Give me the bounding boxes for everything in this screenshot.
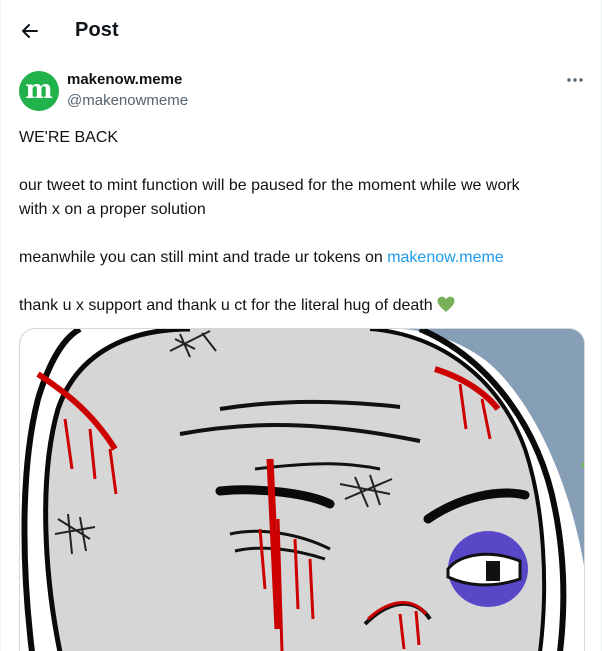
avatar[interactable]: m	[19, 71, 59, 111]
meme-face-image	[20, 329, 584, 651]
green-heart-icon	[437, 296, 455, 321]
arrow-left-icon	[22, 24, 38, 38]
post-header: Post	[1, 0, 601, 62]
post-text: WE'RE BACK our tweet to mint function wi…	[19, 126, 589, 321]
author-display-name[interactable]: makenow.meme	[67, 71, 182, 88]
post-line: thank u x support and thank u ct for the…	[19, 294, 589, 321]
page-title: Post	[75, 19, 119, 41]
avatar-letter: m	[25, 74, 53, 105]
post-line: with x on a proper solution	[19, 201, 206, 218]
post-media-image[interactable]	[19, 328, 585, 651]
post-line-text: thank u x support and thank u ct for the…	[19, 297, 433, 314]
post-line: our tweet to mint function will be pause…	[19, 177, 520, 194]
back-button[interactable]	[13, 14, 47, 48]
post-line: WE'RE BACK	[19, 129, 119, 146]
makenow-link[interactable]: makenow.meme	[387, 249, 504, 266]
more-horizontal-icon	[567, 78, 583, 82]
post-frame: Post m makenow.meme @makenowmeme WE'RE B…	[0, 0, 602, 651]
author-handle[interactable]: @makenowmeme	[67, 92, 188, 109]
post-line-text: meanwhile you can still mint and trade u…	[19, 249, 388, 266]
more-options-button[interactable]	[561, 70, 589, 90]
post-line: meanwhile you can still mint and trade u…	[19, 246, 589, 270]
